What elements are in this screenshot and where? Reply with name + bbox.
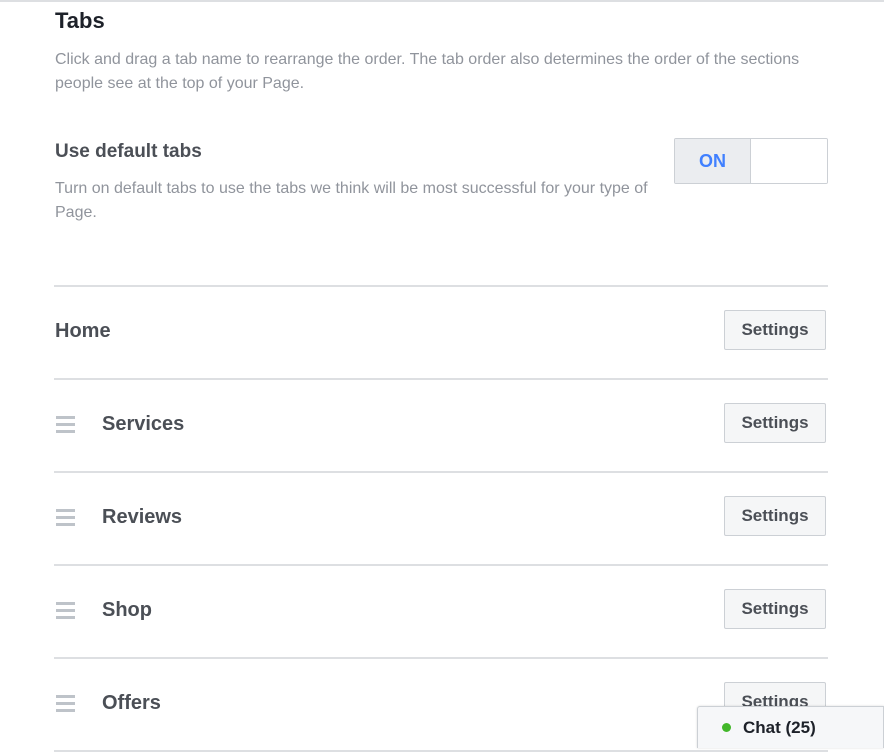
tab-label: Shop <box>102 599 152 621</box>
home-settings-button[interactable]: Settings <box>724 310 826 350</box>
tab-row-home: Home Settings <box>54 285 828 378</box>
reviews-settings-button[interactable]: Settings <box>724 496 826 536</box>
shop-settings-button[interactable]: Settings <box>724 589 826 629</box>
section-description: Click and drag a tab name to rearrange t… <box>55 51 800 92</box>
tab-label: Reviews <box>102 506 183 528</box>
chat-label: Chat (25) <box>743 717 816 737</box>
default-tabs-title: Use default tabs <box>55 141 202 162</box>
chat-tab[interactable]: Chat (25) <box>697 706 884 748</box>
top-divider <box>0 0 884 2</box>
toggle-off-segment[interactable] <box>751 139 827 183</box>
toggle-on-label: ON <box>699 150 726 171</box>
tab-row-reviews[interactable]: Reviews Settings <box>54 471 828 564</box>
drag-handle-icon[interactable] <box>56 416 75 434</box>
online-dot-icon <box>722 723 731 732</box>
tab-label: Services <box>102 413 185 435</box>
tab-label: Offers <box>102 692 161 714</box>
tab-row-shop[interactable]: Shop Settings <box>54 564 828 657</box>
tab-list: Home Settings Services Settings Reviews … <box>54 285 828 752</box>
tab-row-services[interactable]: Services Settings <box>54 378 828 471</box>
default-tabs-description: Turn on default tabs to use the tabs we … <box>55 180 648 221</box>
default-tabs-toggle[interactable]: ON <box>674 138 828 184</box>
tab-label: Home <box>55 320 111 342</box>
services-settings-button[interactable]: Settings <box>724 403 826 443</box>
toggle-on-segment[interactable]: ON <box>675 139 751 183</box>
drag-handle-icon[interactable] <box>56 695 75 713</box>
drag-handle-icon[interactable] <box>56 602 75 620</box>
drag-handle-icon[interactable] <box>56 509 75 527</box>
section-title: Tabs <box>55 8 105 33</box>
